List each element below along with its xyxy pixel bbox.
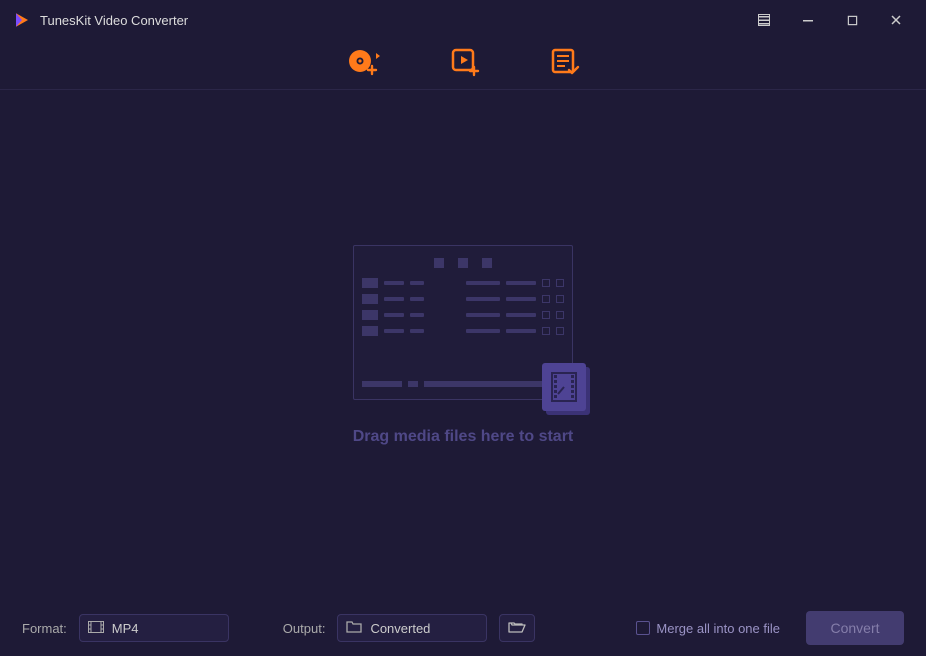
output-value: Converted [370,621,430,636]
video-file-plus-icon [450,47,480,82]
dropzone-illustration [353,245,573,400]
list-button[interactable] [550,47,580,82]
folder-icon [346,620,362,636]
merge-label: Merge all into one file [656,621,780,636]
convert-label: Convert [830,620,879,636]
maximize-button[interactable] [830,0,874,40]
folder-open-icon [508,620,526,636]
disc-plus-icon [346,47,380,82]
format-label: Format: [22,621,67,636]
format-select[interactable]: MP4 [79,614,229,642]
browse-output-button[interactable] [499,614,535,642]
list-check-icon [550,47,580,82]
checkbox-icon [636,621,650,635]
titlebar: TunesKit Video Converter [0,0,926,40]
format-value: MP4 [112,621,139,636]
close-button[interactable] [874,0,918,40]
merge-checkbox[interactable]: Merge all into one file [636,621,780,636]
add-file-button[interactable] [450,47,480,82]
menu-button[interactable] [742,0,786,40]
app-logo-icon [12,10,32,30]
minimize-button[interactable] [786,0,830,40]
video-format-icon [88,621,104,636]
dropzone[interactable]: Drag media files here to start [0,90,926,600]
bottombar: Format: MP4 Output: Converted Merge all … [0,600,926,656]
toolbar [0,40,926,90]
add-disc-button[interactable] [346,47,380,82]
app-title: TunesKit Video Converter [40,13,188,28]
output-path-field[interactable]: Converted [337,614,487,642]
output-label: Output: [283,621,326,636]
dropzone-hint: Drag media files here to start [353,428,574,446]
app-window: TunesKit Video Converter [0,0,926,656]
film-icon [542,363,586,411]
convert-button[interactable]: Convert [806,611,904,645]
